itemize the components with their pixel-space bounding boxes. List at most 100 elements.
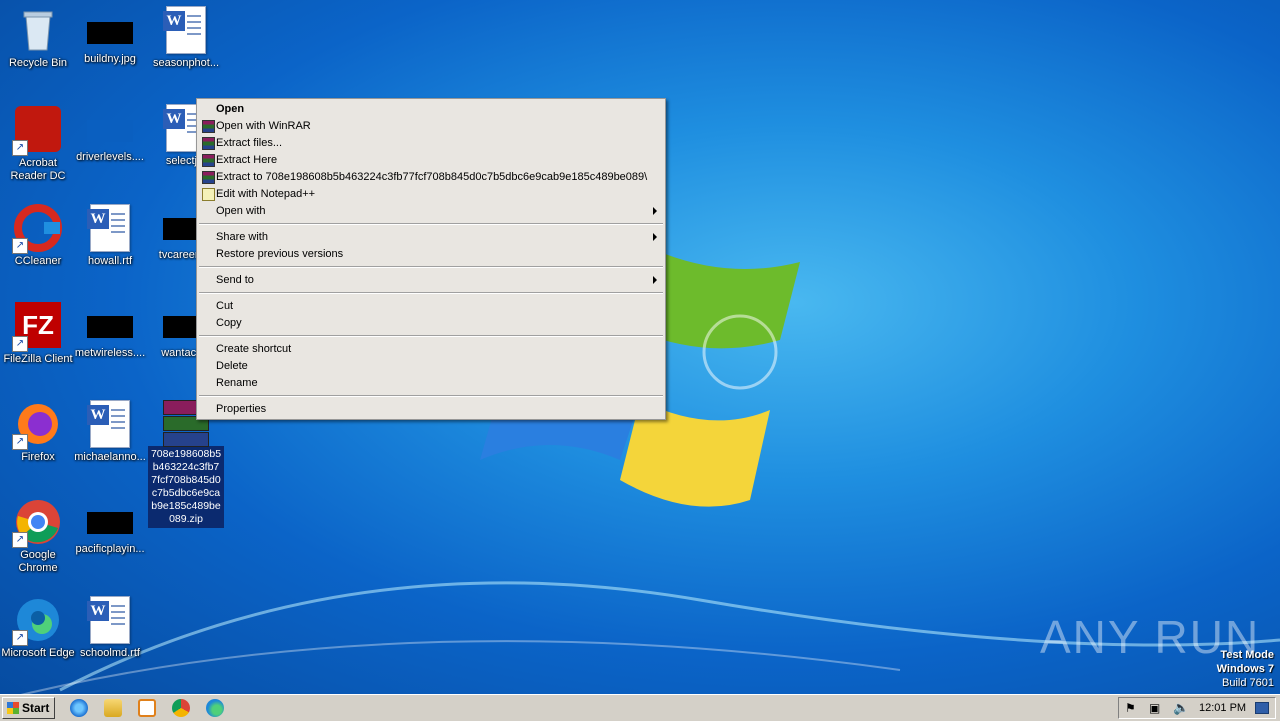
word-document-icon: W (86, 596, 134, 644)
network-icon[interactable]: ▣ (1149, 701, 1160, 715)
chrome-icon: ↗ (12, 498, 62, 548)
menu-item-restore-previous-versions[interactable]: Restore previous versions (199, 246, 663, 263)
windows-version-line: Windows 7 (1216, 663, 1274, 675)
shortcut-arrow-icon: ↗ (12, 336, 28, 352)
menu-item-extract-here[interactable]: Extract Here (199, 152, 663, 169)
build-line: Build 7601 (1222, 677, 1274, 689)
shortcut-arrow-icon: ↗ (12, 434, 28, 450)
file-explorer-icon[interactable] (104, 699, 122, 717)
chrome-taskbar-icon[interactable] (172, 699, 190, 717)
desktop-icon-label: buildny.jpg (84, 53, 136, 65)
word-document-icon: W (86, 204, 134, 252)
recycle-bin-icon (14, 6, 62, 54)
menu-item-label: Share with (216, 231, 268, 243)
media-player-icon[interactable] (138, 699, 156, 717)
desktop-icon-label: metwireless.... (74, 347, 146, 359)
menu-item-label: Open with (216, 205, 266, 217)
menu-item-rename[interactable]: Rename (199, 375, 663, 392)
internet-explorer-icon[interactable] (70, 699, 88, 717)
test-mode-line: Test Mode (1220, 649, 1274, 661)
desktop-icon-recycle-bin[interactable]: Recycle Bin (0, 0, 76, 70)
menu-item-label: Open with WinRAR (216, 120, 311, 132)
menu-item-label: Cut (216, 300, 234, 312)
word-document-icon: W (162, 6, 210, 54)
menu-separator (199, 292, 663, 294)
start-button[interactable]: Start (2, 697, 55, 719)
desktop-icon-acrobat-reader[interactable]: ↗ Acrobat Reader DC (0, 100, 76, 183)
desktop-icon-label: Firefox (21, 451, 55, 463)
desktop-icon-label: 708e198608b5b463224c3fb77fcf708b845d0c7b… (148, 446, 224, 528)
menu-item-extract-to[interactable]: Extract to 708e198608b5b463224c3fb77fcf7… (199, 169, 663, 186)
edge-icon: ↗ (12, 596, 62, 646)
ccleaner-icon: ↗ (12, 204, 62, 254)
menu-item-open-with-winrar[interactable]: Open with WinRAR (199, 118, 663, 135)
desktop-icon-pacificplayin[interactable]: pacificplayin... (72, 490, 148, 556)
menu-item-label: Extract Here (216, 154, 278, 166)
desktop-icon-seasonphot[interactable]: W seasonphot... (148, 0, 224, 70)
desktop-icon-label: Recycle Bin (8, 57, 68, 69)
menu-separator (199, 395, 663, 397)
menu-item-open-with[interactable]: Open with (199, 203, 663, 220)
menu-item-edit-with-notepadpp[interactable]: Edit with Notepad++ (199, 186, 663, 203)
menu-item-label: Restore previous versions (216, 248, 344, 260)
filezilla-icon: FZ ↗ (12, 302, 62, 352)
menu-item-open[interactable]: Open (199, 101, 663, 118)
desktop-icon-label: seasonphot... (152, 57, 220, 69)
test-mode-overlay: Test Mode Windows 7 Build 7601 (1217, 648, 1274, 690)
action-center-flag-icon[interactable]: ⚑ (1125, 701, 1136, 715)
menu-item-extract-files[interactable]: Extract files... (199, 135, 663, 152)
menu-item-label: Create shortcut (216, 343, 292, 355)
desktop-icon-michaelanno[interactable]: W michaelanno... (72, 394, 148, 464)
menu-item-delete[interactable]: Delete (199, 358, 663, 375)
menu-item-label: Properties (216, 403, 267, 415)
desktop-icon-label: pacificplayin... (75, 543, 145, 555)
show-desktop-icon[interactable] (1255, 702, 1269, 714)
desktop-icon-buildny[interactable]: buildny.jpg (72, 0, 148, 66)
shortcut-arrow-icon: ↗ (12, 630, 28, 646)
desktop-icon-filezilla[interactable]: FZ ↗ FileZilla Client (0, 296, 76, 366)
shortcut-arrow-icon: ↗ (12, 140, 28, 156)
edge-taskbar-icon[interactable] (206, 699, 224, 717)
menu-separator (199, 335, 663, 337)
desktop-icon-label: michaelanno... (74, 451, 146, 463)
desktop-icon-metwireless[interactable]: metwireless.... (72, 294, 148, 360)
desktop-icon-firefox[interactable]: ↗ Firefox (0, 394, 76, 464)
menu-item-label: Copy (216, 317, 242, 329)
winrar-icon (202, 120, 215, 133)
menu-item-copy[interactable]: Copy (199, 315, 663, 332)
menu-item-create-shortcut[interactable]: Create shortcut (199, 341, 663, 358)
image-thumbnail (87, 22, 133, 44)
menu-separator (199, 266, 663, 268)
desktop-icon-label: CCleaner (14, 255, 62, 267)
taskbar: Start ⚑ ▣ 🔈 12:01 PM (0, 694, 1280, 721)
menu-item-label: Rename (216, 377, 258, 389)
winrar-icon (202, 154, 215, 167)
image-thumbnail (87, 512, 133, 534)
desktop-icon-howall[interactable]: W howall.rtf (72, 198, 148, 268)
menu-item-label: Send to (216, 274, 254, 286)
menu-item-label: Delete (216, 360, 248, 372)
winrar-icon (202, 171, 215, 184)
word-document-icon: W (86, 400, 134, 448)
taskbar-clock[interactable]: 12:01 PM (1199, 702, 1246, 714)
desktop-icon-schoolmd[interactable]: W schoolmd.rtf (72, 590, 148, 660)
menu-item-cut[interactable]: Cut (199, 298, 663, 315)
menu-separator (199, 223, 663, 225)
menu-item-share-with[interactable]: Share with (199, 229, 663, 246)
menu-item-label: Extract to 708e198608b5b463224c3fb77fcf7… (216, 171, 648, 183)
desktop-icon-driverlevels[interactable]: driverlevels.... (72, 98, 148, 164)
firefox-icon: ↗ (12, 400, 62, 450)
desktop-icon-microsoft-edge[interactable]: ↗ Microsoft Edge (0, 590, 76, 660)
context-menu: Open Open with WinRAR Extract files... E… (196, 98, 666, 420)
desktop-icon-label: FileZilla Client (3, 353, 73, 365)
desktop-icon-ccleaner[interactable]: ↗ CCleaner (0, 198, 76, 268)
menu-item-send-to[interactable]: Send to (199, 272, 663, 289)
acrobat-reader-icon: ↗ (12, 106, 62, 156)
volume-icon[interactable]: 🔈 (1173, 700, 1189, 716)
desktop-icon-label: Microsoft Edge (1, 647, 75, 659)
desktop-icon-google-chrome[interactable]: ↗ Google Chrome (0, 492, 76, 575)
desktop-icon-label: driverlevels.... (76, 151, 144, 163)
menu-item-label: Open (216, 103, 245, 115)
menu-item-properties[interactable]: Properties (199, 401, 663, 418)
submenu-arrow-icon (653, 207, 657, 215)
